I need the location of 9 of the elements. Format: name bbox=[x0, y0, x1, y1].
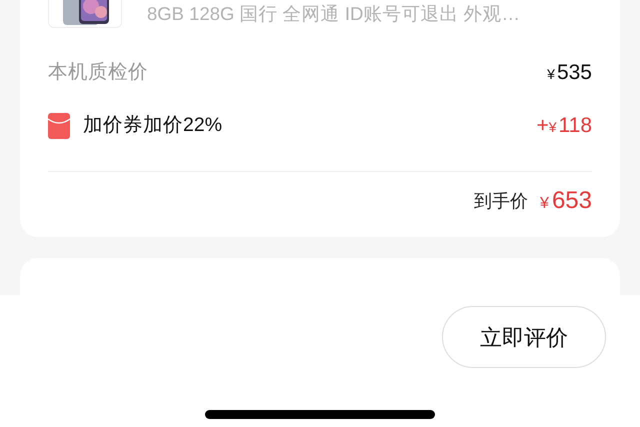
total-label: 到手价 bbox=[474, 190, 528, 212]
coupon-label: 加价券加价22% bbox=[83, 113, 222, 138]
envelope-icon bbox=[48, 113, 70, 139]
price-amount: +¥118 bbox=[536, 113, 592, 140]
review-button[interactable]: 立即评价 bbox=[442, 306, 606, 368]
total-amount: ¥653 bbox=[540, 186, 592, 216]
price-amount: ¥535 bbox=[547, 60, 592, 86]
price-label: 本机质检价 bbox=[48, 60, 148, 86]
product-specs: 8GB 128G 国行 全网通 ID账号可退出 外观… bbox=[147, 2, 520, 26]
